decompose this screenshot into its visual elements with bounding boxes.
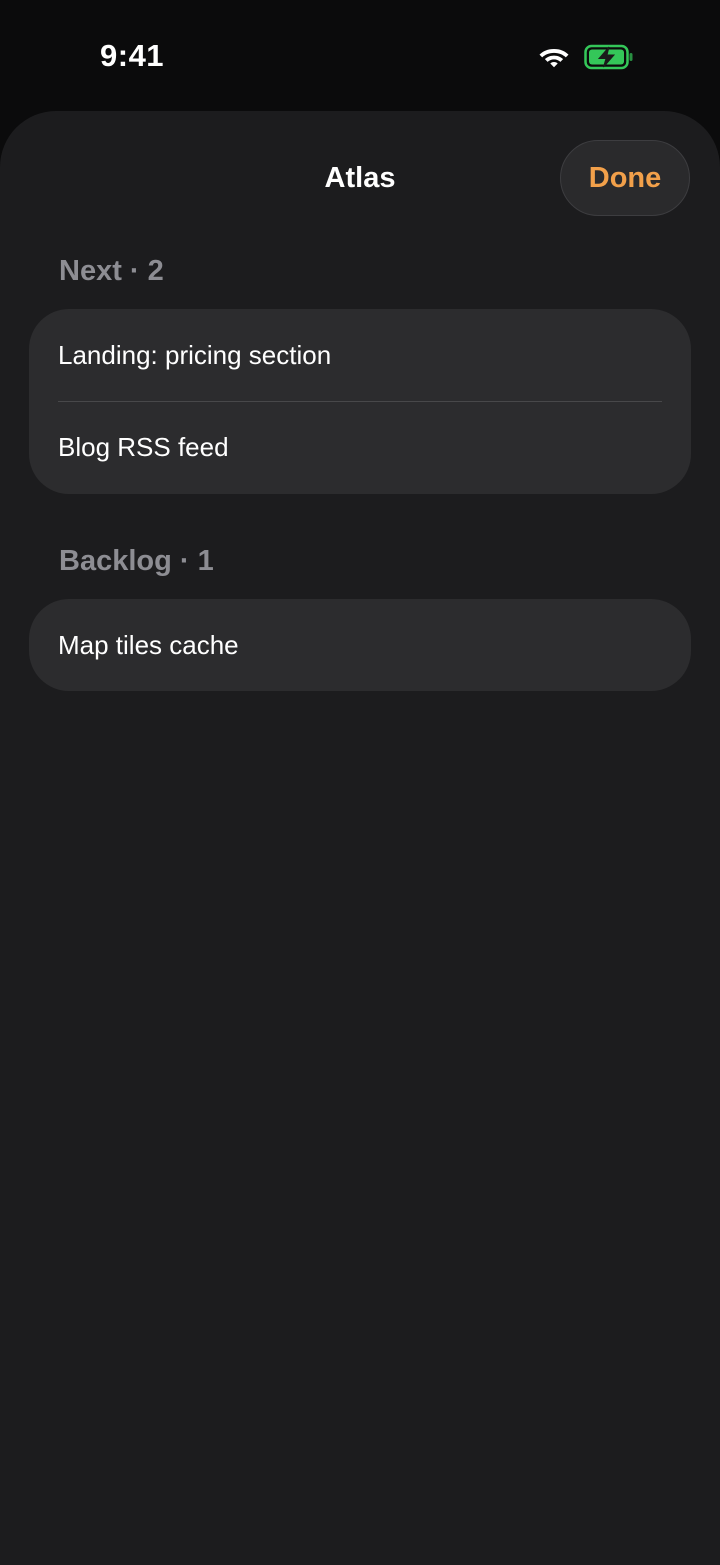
section-header-backlog: Backlog · 1 [59,545,214,577]
sheet: Atlas Done Next · 2 Landing: pricing sec… [0,111,720,1565]
status-icons [538,44,634,70]
list-item[interactable]: Blog RSS feed [29,401,691,493]
list-item-label: Map tiles cache [58,629,239,660]
screen: 9:41 Atlas Done Next · 2 Landing: pricin… [0,0,720,1565]
status-bar: 9:41 [0,0,720,112]
list-item-label: Blog RSS feed [58,431,229,462]
status-time: 9:41 [100,38,165,73]
list-item[interactable]: Map tiles cache [29,599,691,691]
battery-charging-icon [584,44,634,70]
list-item-label: Landing: pricing section [58,339,332,370]
section-header-next: Next · 2 [59,255,164,287]
wifi-icon [538,45,570,69]
list-item[interactable]: Landing: pricing section [29,309,691,401]
section-group-next: Landing: pricing section Blog RSS feed [29,309,691,494]
done-button[interactable]: Done [560,140,690,216]
section-group-backlog: Map tiles cache [29,599,691,691]
